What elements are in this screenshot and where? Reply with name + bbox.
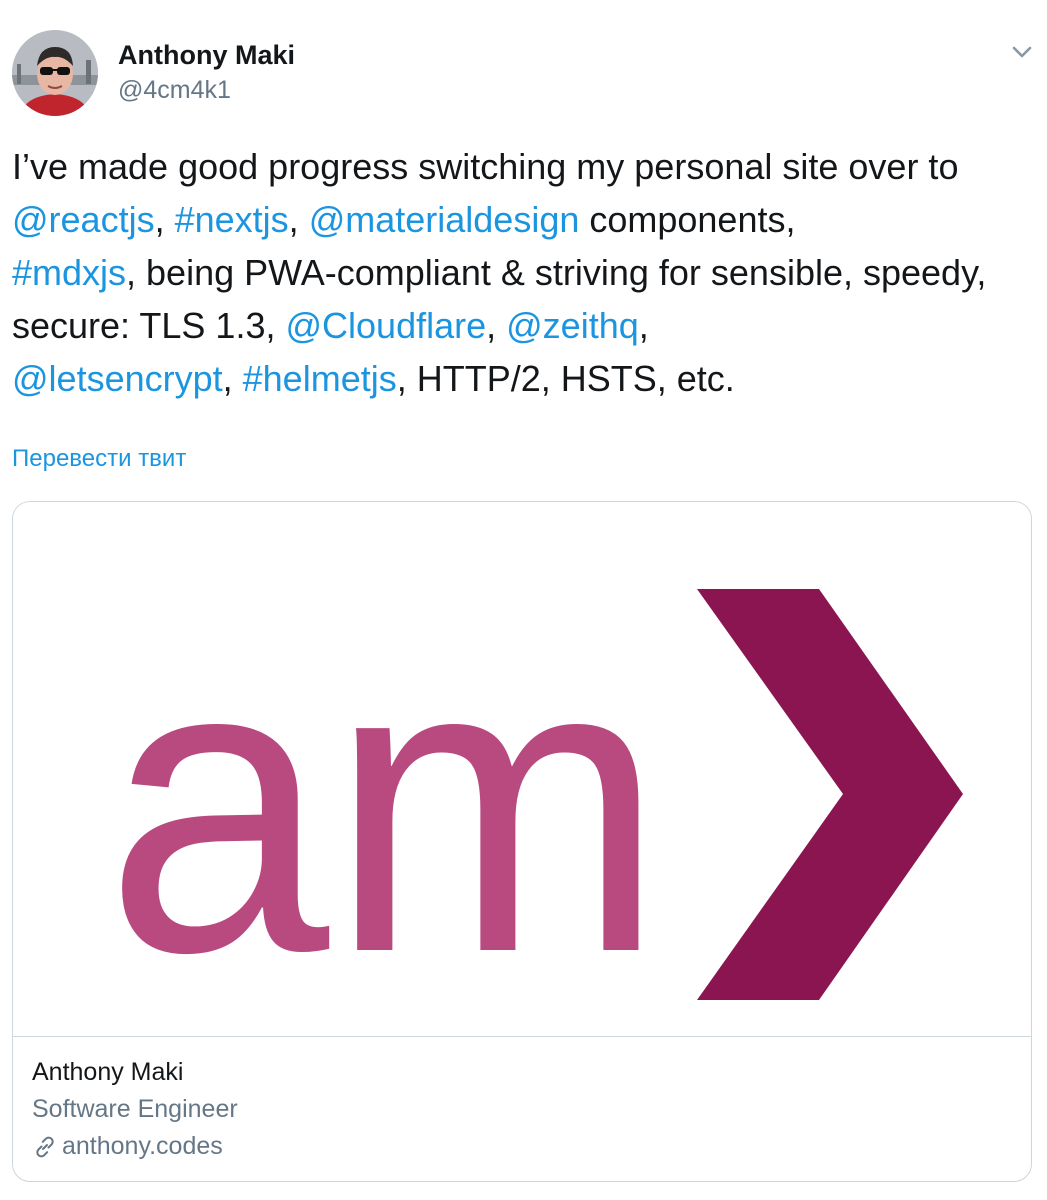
tweet-text-segment: , (638, 305, 649, 346)
mention-cloudflare[interactable]: @Cloudflare (285, 305, 486, 346)
hashtag-mdxjs[interactable]: #mdxjs (12, 252, 126, 293)
link-preview-card[interactable]: am Anthony Maki Software Engineer anthon… (12, 501, 1032, 1182)
tweet-text-segment: , (288, 199, 309, 240)
tweet-text-segment: components, (579, 199, 796, 240)
chevron-down-icon (1012, 46, 1032, 58)
tweet-text-segment: , (222, 358, 243, 399)
author-avatar[interactable] (12, 30, 98, 116)
mention-letsencrypt[interactable]: @letsencrypt (12, 358, 223, 399)
tweet-text: I’ve made good progress switching my per… (12, 140, 1032, 405)
logo-text: am (105, 571, 665, 1037)
hashtag-helmetjs[interactable]: #helmetjs (243, 358, 397, 399)
tweet-text-segment: I’ve made good progress switching my per… (12, 146, 959, 187)
author-name[interactable]: Anthony Maki (118, 40, 295, 71)
card-domain: anthony.codes (62, 1132, 223, 1160)
mention-materialdesign[interactable]: @materialdesign (309, 199, 580, 240)
tweet-text-segment: , HTTP/2, HSTS, etc. (396, 358, 735, 399)
card-title: Anthony Maki (32, 1058, 184, 1086)
hashtag-nextjs[interactable]: #nextjs (175, 199, 289, 240)
site-logo: am (105, 571, 963, 1040)
card-domain-row: anthony.codes (32, 1132, 223, 1161)
translate-tweet-link[interactable]: Перевести твит (12, 445, 186, 473)
tweet-text-segment: , (486, 305, 507, 346)
mention-reactjs[interactable]: @reactjs (12, 199, 155, 240)
card-description: Software Engineer (32, 1095, 238, 1123)
logo-chevron (697, 589, 963, 1000)
author-handle[interactable]: @4cm4k1 (118, 76, 231, 105)
tweet-menu-button[interactable] (1008, 38, 1036, 66)
link-icon (32, 1134, 58, 1160)
card-image: am (13, 502, 1031, 1040)
mention-zeithq[interactable]: @zeithq (506, 305, 639, 346)
tweet-text-segment: , (154, 199, 175, 240)
